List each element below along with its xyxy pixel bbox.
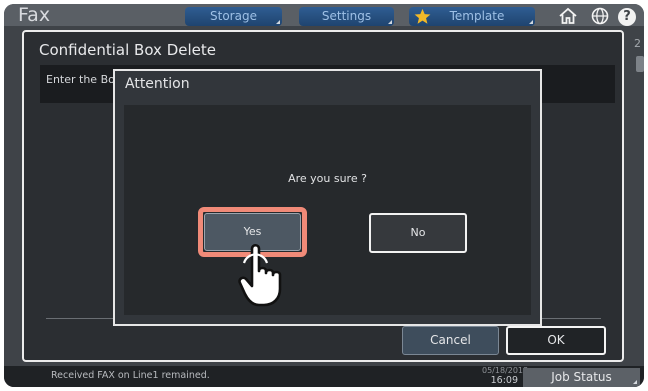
settings-button-label: Settings <box>321 9 372 23</box>
app-title: Fax <box>18 4 51 26</box>
attention-modal: Attention Are you sure ? Yes No <box>113 69 542 326</box>
star-icon <box>414 8 431 24</box>
settings-button[interactable]: Settings <box>299 7 394 26</box>
clock: 05/18/2018 16:09 <box>482 366 528 386</box>
corner-triangle-icon <box>633 380 637 384</box>
modal-title: Attention <box>125 76 190 92</box>
confirm-message: Are you sure ? <box>288 172 367 185</box>
corner-triangle-icon <box>276 20 280 24</box>
job-status-label: Job Status <box>551 370 612 384</box>
status-bar: Received FAX on Line1 remained. 05/18/20… <box>4 366 644 387</box>
side-label: 2 <box>634 37 641 50</box>
template-button[interactable]: Template <box>409 7 535 26</box>
help-icon[interactable]: ? <box>618 8 636 26</box>
cancel-button[interactable]: Cancel <box>402 326 499 355</box>
no-button[interactable]: No <box>369 213 467 253</box>
instruction-text: Enter the Bo <box>46 73 115 86</box>
top-bar: Fax Storage Settings Template ? <box>4 4 644 26</box>
template-button-label: Template <box>449 9 505 23</box>
dialog-title: Confidential Box Delete <box>39 41 216 59</box>
device-screen: Fax Storage Settings Template ? 2 Confid… <box>4 4 644 387</box>
status-message: Received FAX on Line1 remained. <box>51 370 210 381</box>
modal-body: Are you sure ? Yes No <box>124 105 531 315</box>
corner-triangle-icon <box>529 20 533 24</box>
globe-icon[interactable] <box>589 6 611 26</box>
storage-button[interactable]: Storage <box>185 7 282 26</box>
storage-button-label: Storage <box>210 9 257 23</box>
ok-button[interactable]: OK <box>506 326 606 355</box>
pointing-hand-icon <box>238 243 282 307</box>
job-status-button[interactable]: Job Status <box>523 368 640 387</box>
side-scroll-tab[interactable] <box>636 56 644 72</box>
home-icon[interactable] <box>557 6 579 26</box>
corner-triangle-icon <box>388 20 392 24</box>
status-time: 16:09 <box>490 375 518 386</box>
